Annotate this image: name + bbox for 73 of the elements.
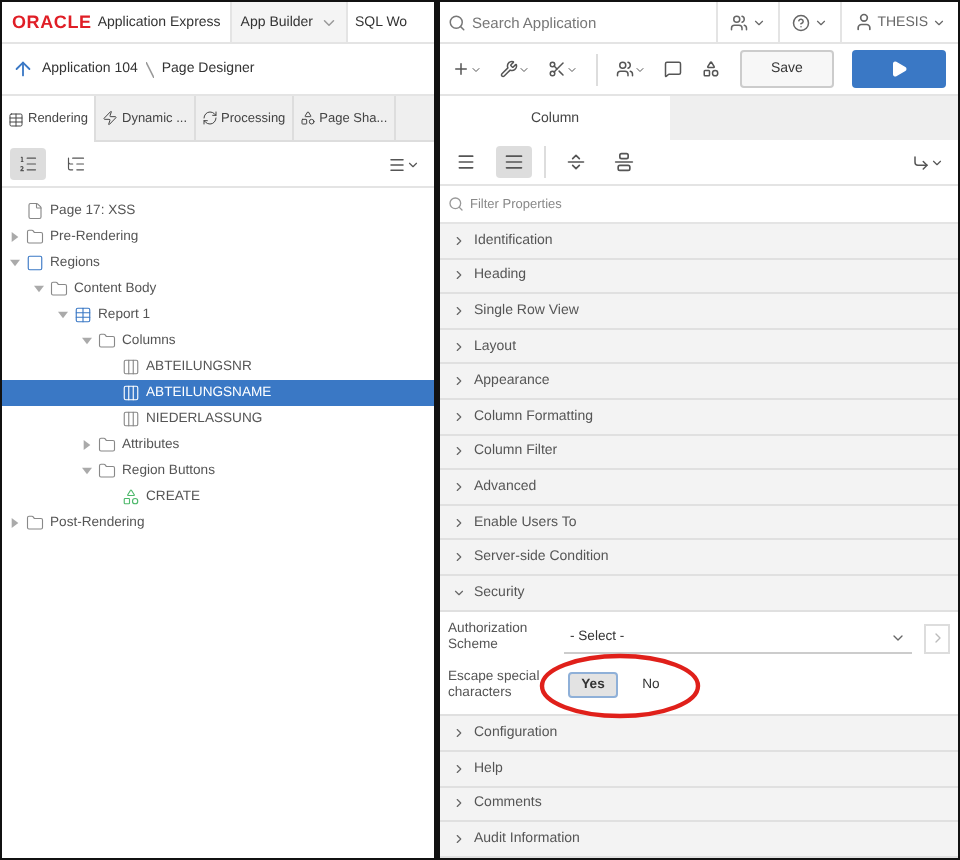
shapes-icon bbox=[299, 110, 316, 126]
column-icon bbox=[122, 410, 140, 428]
expanded-triangle-icon[interactable] bbox=[82, 336, 92, 346]
chevron-icon bbox=[452, 268, 466, 283]
scissors-icon bbox=[548, 60, 566, 78]
chevron-icon bbox=[452, 233, 466, 248]
people-icon bbox=[615, 60, 634, 78]
expanded-triangle-icon[interactable] bbox=[10, 258, 20, 268]
collapsed-triangle-icon[interactable] bbox=[10, 232, 20, 242]
column-icon bbox=[122, 358, 140, 376]
tree-list-icon bbox=[66, 154, 86, 174]
folder-icon bbox=[98, 436, 116, 454]
caret-icon bbox=[633, 63, 646, 75]
user-icon bbox=[853, 12, 874, 32]
page-icon bbox=[26, 202, 44, 220]
caret-icon bbox=[406, 157, 420, 171]
search-icon bbox=[448, 13, 466, 31]
wrench-icon bbox=[500, 60, 518, 78]
align-icon bbox=[614, 152, 634, 172]
people-icon bbox=[729, 13, 748, 31]
chevron-icon bbox=[452, 303, 466, 318]
expanded-triangle-icon[interactable] bbox=[82, 466, 92, 476]
caret-icon bbox=[470, 63, 482, 75]
oracle-logo: ORACLE bbox=[10, 12, 92, 32]
expanded-triangle-icon[interactable] bbox=[34, 284, 44, 294]
folder-icon bbox=[50, 280, 68, 298]
chevron-icon bbox=[452, 726, 466, 741]
search-icon bbox=[448, 196, 464, 212]
refresh-icon bbox=[201, 110, 218, 126]
chevron-icon bbox=[452, 550, 466, 565]
caret-icon bbox=[566, 63, 578, 75]
caret-icon bbox=[932, 15, 946, 29]
chevron-icon bbox=[452, 409, 466, 424]
chevron-icon bbox=[452, 479, 466, 494]
caret-icon bbox=[930, 155, 944, 169]
plus-icon bbox=[452, 60, 470, 78]
caret-icon bbox=[518, 63, 530, 75]
chevron-icon bbox=[452, 444, 466, 459]
run-button[interactable] bbox=[852, 50, 946, 88]
lines-icon bbox=[456, 152, 476, 172]
lightning-icon bbox=[102, 110, 118, 126]
chevron-icon bbox=[452, 796, 466, 811]
folder-icon bbox=[26, 514, 44, 532]
up-arrow-icon bbox=[12, 58, 34, 80]
menu-icon bbox=[388, 155, 406, 173]
collapsed-triangle-icon[interactable] bbox=[10, 518, 20, 528]
help-icon bbox=[791, 13, 810, 31]
caret-icon bbox=[751, 15, 766, 29]
folder-icon bbox=[26, 228, 44, 246]
folder-icon bbox=[98, 462, 116, 480]
expand-button[interactable] bbox=[496, 146, 532, 178]
caret-icon bbox=[813, 15, 828, 29]
folder-icon bbox=[98, 332, 116, 350]
lines-icon bbox=[504, 152, 524, 172]
chevron-icon bbox=[452, 515, 466, 530]
shapes-icon bbox=[702, 60, 721, 78]
expanded-triangle-icon[interactable] bbox=[58, 310, 68, 320]
split-icon bbox=[566, 152, 586, 172]
comment-icon bbox=[664, 60, 683, 78]
chevron-icon bbox=[452, 374, 466, 389]
table-icon bbox=[8, 111, 24, 127]
chevron-icon bbox=[452, 761, 466, 776]
collapsed-triangle-icon[interactable] bbox=[82, 440, 92, 450]
ordered-list-icon bbox=[18, 154, 38, 174]
chevron-icon bbox=[452, 339, 466, 354]
chevron-icon bbox=[452, 585, 466, 600]
ordered-list-button[interactable] bbox=[10, 148, 46, 180]
play-icon bbox=[890, 60, 909, 78]
table-icon bbox=[74, 306, 92, 324]
turn-arrow-icon bbox=[912, 153, 930, 171]
separator-icon bbox=[145, 61, 154, 77]
column-icon bbox=[122, 384, 140, 402]
chevron-icon bbox=[452, 832, 466, 847]
